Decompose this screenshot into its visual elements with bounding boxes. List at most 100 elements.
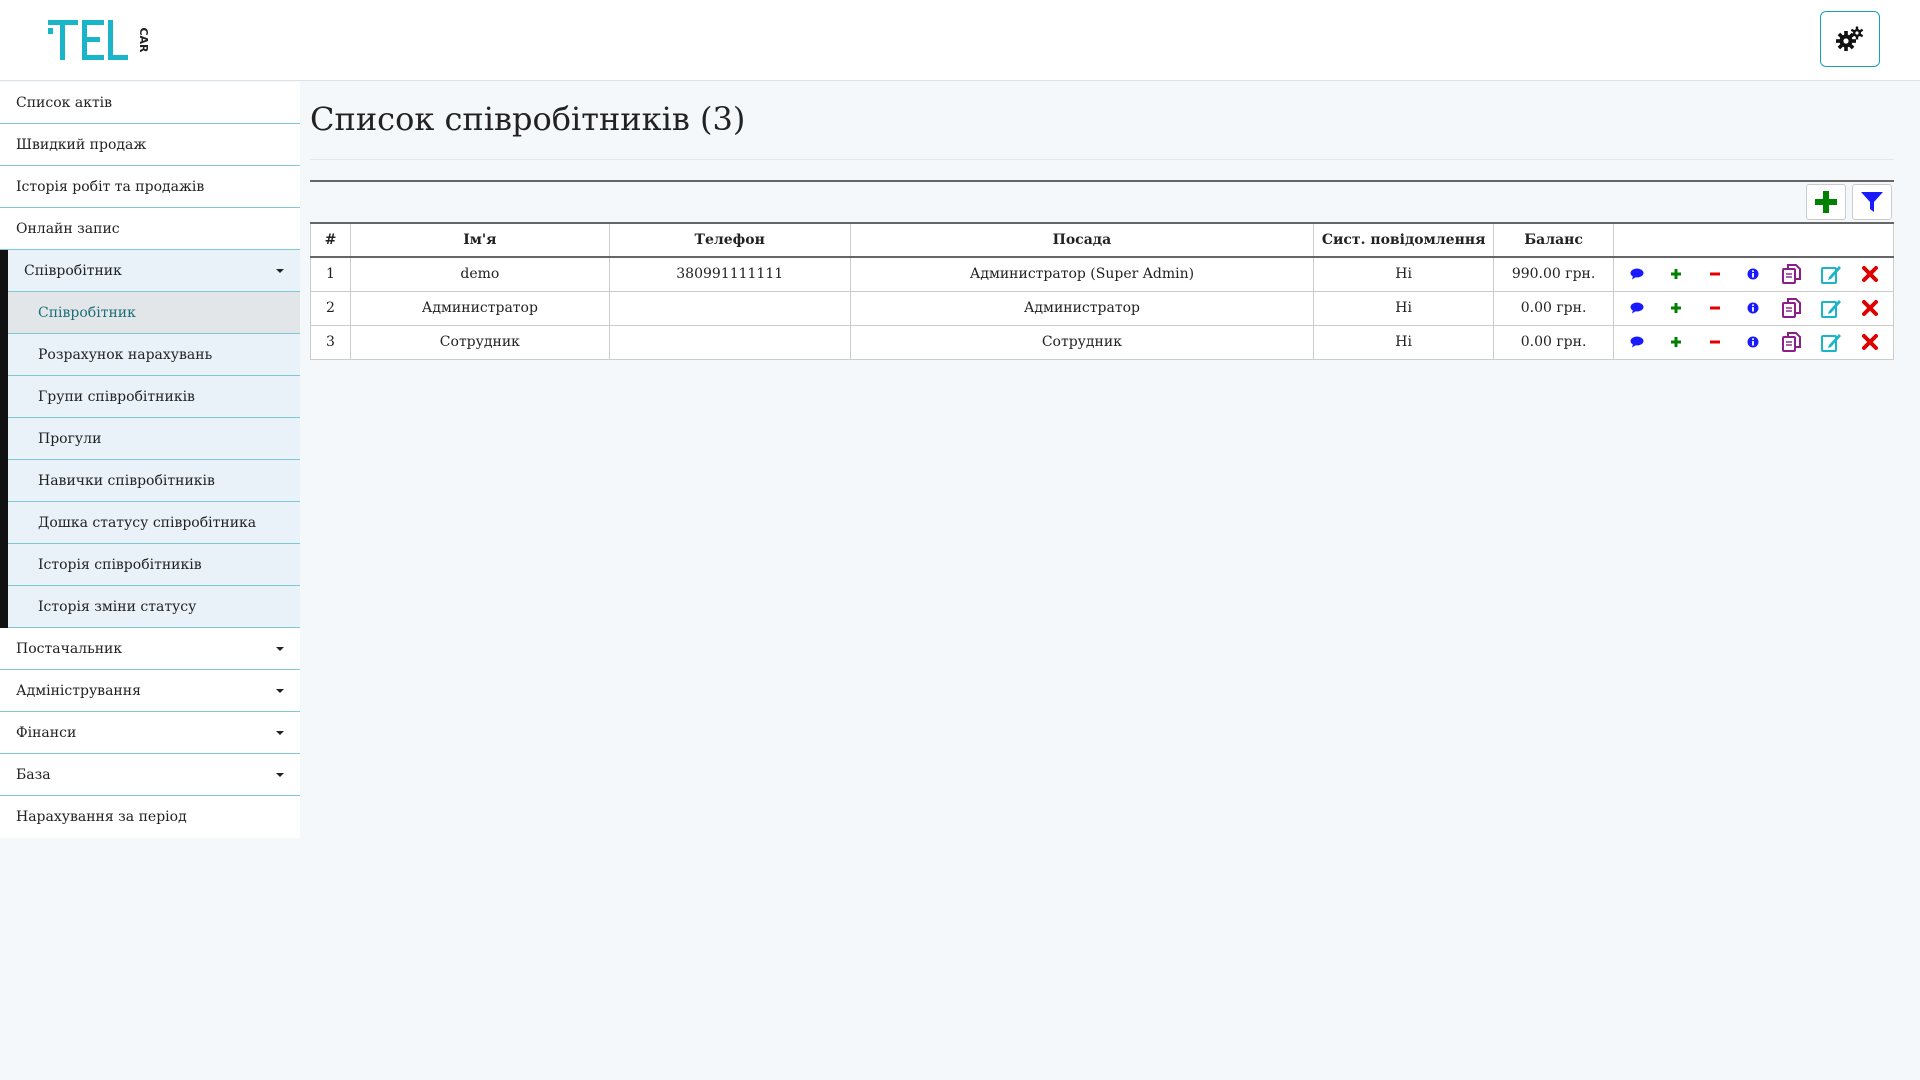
subtract-accrual-button[interactable] <box>1701 260 1729 288</box>
col-header-number[interactable]: # <box>310 222 351 258</box>
info-button[interactable] <box>1739 294 1767 322</box>
edit-icon <box>1820 331 1842 353</box>
sidebar-subitem-employee-groups[interactable]: Групи співробітників <box>0 375 300 418</box>
sidebar-item-label: Адміністрування <box>16 683 141 699</box>
add-accrual-button[interactable] <box>1662 294 1690 322</box>
sidebar-subitem-payroll-calc[interactable]: Розрахунок нарахувань <box>0 333 300 376</box>
caret-down-icon <box>276 773 284 777</box>
sidebar-subitem-absences[interactable]: Прогули <box>0 417 300 460</box>
sidebar-item-supplier[interactable]: Постачальник <box>0 628 300 670</box>
logo-sub-text: CAR <box>137 27 150 53</box>
info-icon <box>1747 302 1759 314</box>
plus-icon <box>1670 302 1682 314</box>
delete-button[interactable] <box>1856 328 1884 356</box>
caret-down-icon <box>276 647 284 651</box>
sidebar-subitem-status-change-history[interactable]: Історія зміни статусу <box>0 585 300 628</box>
sidebar-item-base[interactable]: База <box>0 754 300 796</box>
sidebar-item-label: Постачальник <box>16 641 123 657</box>
sidebar-item-work-history[interactable]: Історія робіт та продажів <box>0 166 300 208</box>
sidebar-item-quick-sale[interactable]: Швидкий продаж <box>0 124 300 166</box>
plus-icon <box>1815 191 1837 213</box>
sidebar: Список актів Швидкий продаж Історія робі… <box>0 82 300 838</box>
sidebar-item-acts-list[interactable]: Список актів <box>0 82 300 124</box>
cell-position: Сотрудник <box>849 324 1315 360</box>
col-header-name[interactable]: Ім'я <box>349 222 610 258</box>
cell-balance: 990.00 грн. <box>1493 256 1615 292</box>
delete-button[interactable] <box>1856 294 1884 322</box>
sidebar-subitem-employee-skills[interactable]: Навички співробітників <box>0 459 300 502</box>
cell-name: Сотрудник <box>349 324 610 360</box>
cell-phone: 380991111111 <box>608 256 851 292</box>
send-message-button[interactable] <box>1623 328 1651 356</box>
table-row[interactable]: 2 Администратор Администратор Ні 0.00 грн. <box>310 290 1894 326</box>
add-employee-button[interactable] <box>1806 184 1846 220</box>
sidebar-item-label: Співробітник <box>24 263 122 279</box>
message-icon <box>1630 268 1644 280</box>
gears-icon <box>1836 26 1864 51</box>
cell-name: Администратор <box>349 290 610 326</box>
sidebar-item-employee[interactable]: Співробітник <box>0 250 300 292</box>
cell-actions <box>1613 290 1894 326</box>
table-row[interactable]: 3 Сотрудник Сотрудник Ні 0.00 грн. <box>310 324 1894 360</box>
sidebar-subitem-employee[interactable]: Співробітник <box>0 291 300 334</box>
copy-icon <box>1781 263 1803 285</box>
sidebar-subitem-employee-history[interactable]: Історія співробітників <box>0 543 300 586</box>
delete-button[interactable] <box>1856 260 1884 288</box>
info-icon <box>1747 268 1759 280</box>
info-button[interactable] <box>1739 328 1767 356</box>
cell-balance: 0.00 грн. <box>1493 324 1615 360</box>
copy-button[interactable] <box>1778 260 1806 288</box>
copy-icon <box>1781 331 1803 353</box>
copy-button[interactable] <box>1778 328 1806 356</box>
add-accrual-button[interactable] <box>1662 260 1690 288</box>
caret-down-icon <box>276 731 284 735</box>
sidebar-item-administration[interactable]: Адміністрування <box>0 670 300 712</box>
col-header-sys-notifications[interactable]: Сист. повідомлення <box>1313 222 1495 258</box>
copy-button[interactable] <box>1778 294 1806 322</box>
sidebar-subitem-status-board[interactable]: Дошка статусу співробітника <box>0 501 300 544</box>
sidebar-item-finance[interactable]: Фінанси <box>0 712 300 754</box>
edit-button[interactable] <box>1817 260 1845 288</box>
table-header-row: # Ім'я Телефон Посада Сист. повідомлення… <box>310 222 1894 258</box>
sidebar-item-online-booking[interactable]: Онлайн запис <box>0 208 300 250</box>
table-toolbar <box>310 180 1894 222</box>
cell-sys-notifications: Ні <box>1313 290 1495 326</box>
top-header: CAR <box>0 0 1920 81</box>
sidebar-item-label: База <box>16 767 51 783</box>
cell-sys-notifications: Ні <box>1313 256 1495 292</box>
cell-sys-notifications: Ні <box>1313 324 1495 360</box>
delete-icon <box>1861 333 1879 351</box>
edit-button[interactable] <box>1817 294 1845 322</box>
col-header-phone[interactable]: Телефон <box>608 222 851 258</box>
telcar-logo[interactable]: CAR <box>48 18 158 64</box>
cell-phone <box>608 290 851 326</box>
subtract-accrual-button[interactable] <box>1701 294 1729 322</box>
filter-button[interactable] <box>1852 184 1892 220</box>
settings-button[interactable] <box>1820 11 1880 67</box>
send-message-button[interactable] <box>1623 260 1651 288</box>
edit-icon <box>1820 263 1842 285</box>
info-button[interactable] <box>1739 260 1767 288</box>
caret-down-icon <box>276 269 284 273</box>
filter-icon <box>1861 192 1883 212</box>
edit-button[interactable] <box>1817 328 1845 356</box>
info-icon <box>1747 336 1759 348</box>
add-accrual-button[interactable] <box>1662 328 1690 356</box>
cell-balance: 0.00 грн. <box>1493 290 1615 326</box>
sidebar-item-label: Фінанси <box>16 725 77 741</box>
divider <box>310 159 1894 160</box>
cell-number: 1 <box>310 256 351 292</box>
edit-icon <box>1820 297 1842 319</box>
subtract-accrual-button[interactable] <box>1701 328 1729 356</box>
sidebar-item-period-accruals[interactable]: Нарахування за період <box>0 796 300 838</box>
message-icon <box>1630 302 1644 314</box>
employees-table: # Ім'я Телефон Посада Сист. повідомлення… <box>310 222 1894 360</box>
cell-actions <box>1613 256 1894 292</box>
cell-position: Администратор <box>849 290 1315 326</box>
cell-number: 2 <box>310 290 351 326</box>
minus-icon <box>1709 336 1721 348</box>
col-header-position[interactable]: Посада <box>849 222 1315 258</box>
table-row[interactable]: 1 demo 380991111111 Администратор (Super Ad… <box>310 256 1894 292</box>
send-message-button[interactable] <box>1623 294 1651 322</box>
col-header-balance[interactable]: Баланс <box>1493 222 1615 258</box>
